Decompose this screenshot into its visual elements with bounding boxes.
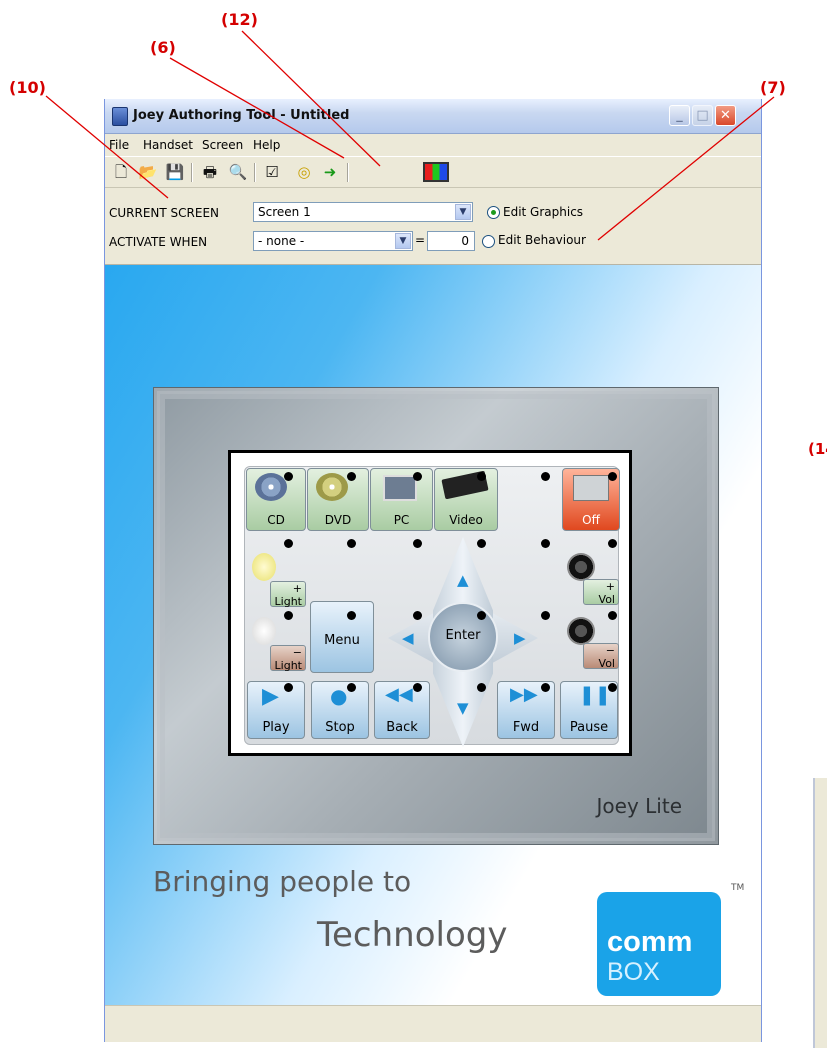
toolbar-separator xyxy=(191,163,193,182)
left-arrow-icon[interactable]: ◀ xyxy=(402,629,414,647)
activate-when-select[interactable]: - none - ▼ xyxy=(253,231,413,251)
stop-button[interactable]: ● Stop xyxy=(311,681,369,739)
minimize-button[interactable]: _ xyxy=(669,105,690,126)
speaker-icon xyxy=(567,617,595,645)
app-window: Joey Authoring Tool - Untitled _ □ ✕ Fil… xyxy=(104,99,762,1042)
callout-10: (10) xyxy=(9,78,46,97)
enter-button[interactable]: Enter xyxy=(428,602,498,672)
down-arrow-icon[interactable]: ▼ xyxy=(457,699,469,717)
stop-icon: ● xyxy=(330,684,348,708)
light-down-button[interactable]: − Light xyxy=(246,613,306,673)
volume-up-button[interactable]: + Vol xyxy=(561,549,619,609)
dvd-icon xyxy=(316,473,348,501)
remote-panel: CD DVD PC Video Off + Light + Vol ▲ ▼ ◀ … xyxy=(244,466,620,747)
callout-7: (7) xyxy=(760,78,786,97)
print-preview-icon[interactable]: 🔍 xyxy=(228,162,248,182)
commbox-logo: comm BOX xyxy=(597,892,721,996)
chevron-down-icon[interactable]: ▼ xyxy=(395,233,411,249)
speaker-icon xyxy=(567,553,595,581)
volume-down-button[interactable]: − Vol xyxy=(561,613,619,673)
menu-screen[interactable]: Screen xyxy=(202,138,243,152)
dvd-button[interactable]: DVD xyxy=(307,468,369,531)
maximize-icon: □ xyxy=(696,108,709,123)
fast-forward-icon: ▶▶ xyxy=(510,684,538,705)
handset-screen[interactable]: CD DVD PC Video Off + Light + Vol ▲ ▼ ◀ … xyxy=(228,450,632,756)
pc-button[interactable]: PC xyxy=(370,468,433,531)
close-button[interactable]: ✕ xyxy=(715,105,736,126)
back-button[interactable]: ◀◀ Back xyxy=(374,681,430,739)
right-arrow-icon[interactable]: ▶ xyxy=(514,629,526,647)
edit-graphics-radio[interactable] xyxy=(487,206,500,219)
menu-file[interactable]: File xyxy=(109,138,129,152)
print-icon[interactable]: 🖶 xyxy=(200,162,220,182)
video-button[interactable]: Video xyxy=(434,468,498,531)
menu-handset[interactable]: Handset xyxy=(143,138,193,152)
light-bulb-icon xyxy=(252,553,276,581)
pc-icon xyxy=(383,475,417,501)
open-icon[interactable]: 📂 xyxy=(138,162,158,182)
cd-button[interactable]: CD xyxy=(246,468,306,531)
new-icon[interactable]: 🗋 xyxy=(111,162,131,182)
handset-brand: Joey Lite xyxy=(596,794,682,818)
equals-sign: = xyxy=(415,233,426,247)
color-palette-icon[interactable]: ▮ xyxy=(423,162,449,182)
light-up-button[interactable]: + Light xyxy=(246,549,306,609)
menu-help[interactable]: Help xyxy=(253,138,280,152)
target-tool-icon[interactable]: ◎ xyxy=(294,162,314,182)
edit-behaviour-label[interactable]: Edit Behaviour xyxy=(498,233,586,247)
slogan-line-2: Technology xyxy=(317,915,508,955)
play-icon: ▶ xyxy=(262,684,279,709)
status-bar xyxy=(105,1005,761,1042)
callout-6: (6) xyxy=(150,38,176,57)
callout-14: (14 xyxy=(808,440,827,458)
edit-behaviour-radio[interactable] xyxy=(482,235,495,248)
save-icon[interactable]: 💾 xyxy=(165,162,185,182)
cd-icon xyxy=(255,473,287,501)
title-bar[interactable]: Joey Authoring Tool - Untitled _ □ ✕ xyxy=(105,99,761,134)
slogan-line-1: Bringing people to xyxy=(153,865,412,898)
edit-graphics-label[interactable]: Edit Graphics xyxy=(503,205,583,219)
activate-when-value: - none - xyxy=(258,234,305,248)
current-screen-value: Screen 1 xyxy=(258,205,311,219)
app-icon xyxy=(112,107,128,126)
pause-icon: ❚❚ xyxy=(579,684,611,706)
minimize-icon: _ xyxy=(676,108,683,123)
projector-icon xyxy=(573,475,609,501)
light-bulb-off-icon xyxy=(252,617,276,645)
menu-bar: File Handset Screen Help xyxy=(105,134,761,155)
callout-12: (12) xyxy=(221,10,258,29)
screen-controls: CURRENT SCREEN Screen 1 ▼ Edit Graphics … xyxy=(105,188,761,265)
up-arrow-icon[interactable]: ▲ xyxy=(457,571,469,589)
current-screen-select[interactable]: Screen 1 ▼ xyxy=(253,202,473,222)
send-to-handset-icon[interactable]: ➜ xyxy=(320,162,340,182)
menu-button[interactable]: Menu xyxy=(310,601,374,673)
play-button[interactable]: ▶ Play xyxy=(247,681,305,739)
activate-when-label: ACTIVATE WHEN xyxy=(109,235,208,249)
activate-when-number[interactable]: 0 xyxy=(427,231,475,251)
toolbar: 🗋 📂 💾 🖶 🔍 ☑ ◎ ➜ ▮ xyxy=(105,156,761,188)
maximize-button[interactable]: □ xyxy=(692,105,713,126)
checkbox-tool-icon[interactable]: ☑ xyxy=(262,162,282,182)
chevron-down-icon[interactable]: ▼ xyxy=(455,204,471,220)
toolbar-separator xyxy=(254,163,256,182)
partial-window-edge xyxy=(813,778,827,1048)
toolbar-separator xyxy=(347,163,349,182)
current-screen-label: CURRENT SCREEN xyxy=(109,206,220,220)
handset-frame: CD DVD PC Video Off + Light + Vol ▲ ▼ ◀ … xyxy=(153,387,719,845)
rewind-icon: ◀◀ xyxy=(385,684,413,705)
design-canvas[interactable]: CD DVD PC Video Off + Light + Vol ▲ ▼ ◀ … xyxy=(105,265,761,1042)
trademark-mark: TM xyxy=(731,883,745,893)
radio-selected-dot xyxy=(491,210,496,215)
close-icon: ✕ xyxy=(720,108,731,123)
window-title: Joey Authoring Tool - Untitled xyxy=(133,108,350,123)
